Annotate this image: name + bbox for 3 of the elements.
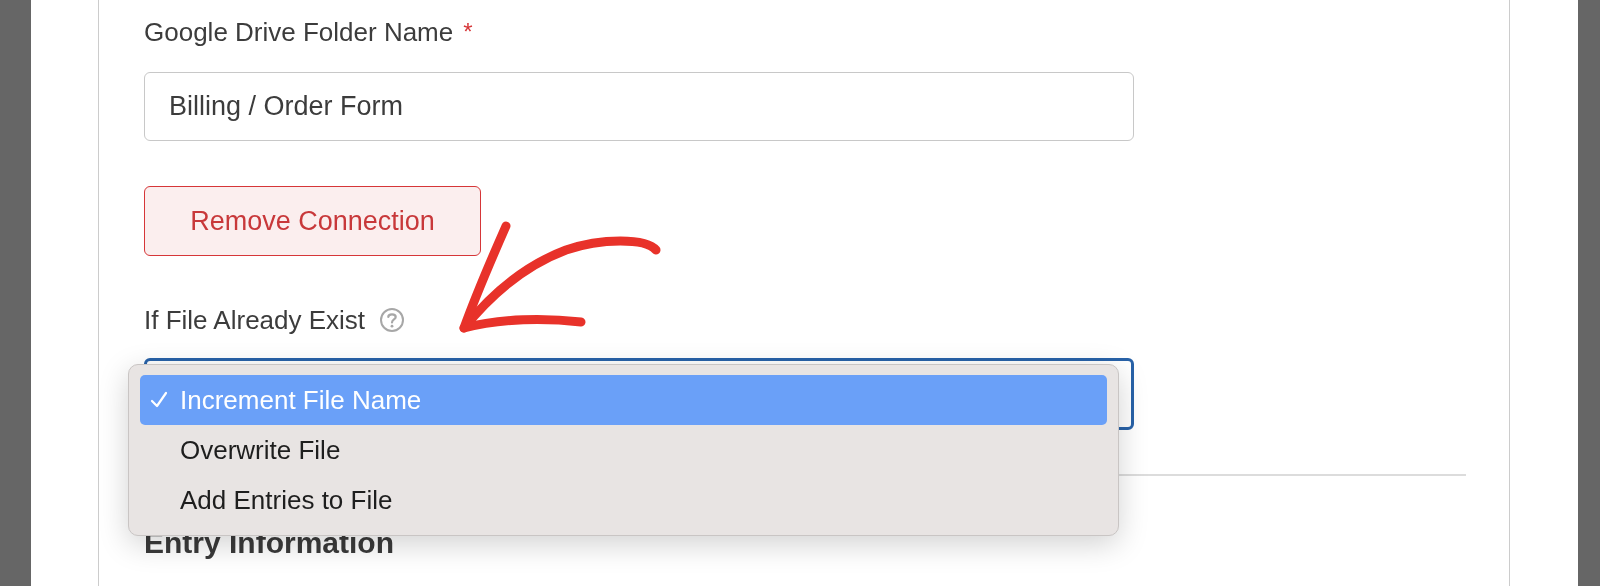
field-label: Google Drive Folder Name	[144, 16, 454, 48]
required-mark: *	[463, 18, 473, 46]
field-label: If File Already Exist	[144, 304, 366, 336]
